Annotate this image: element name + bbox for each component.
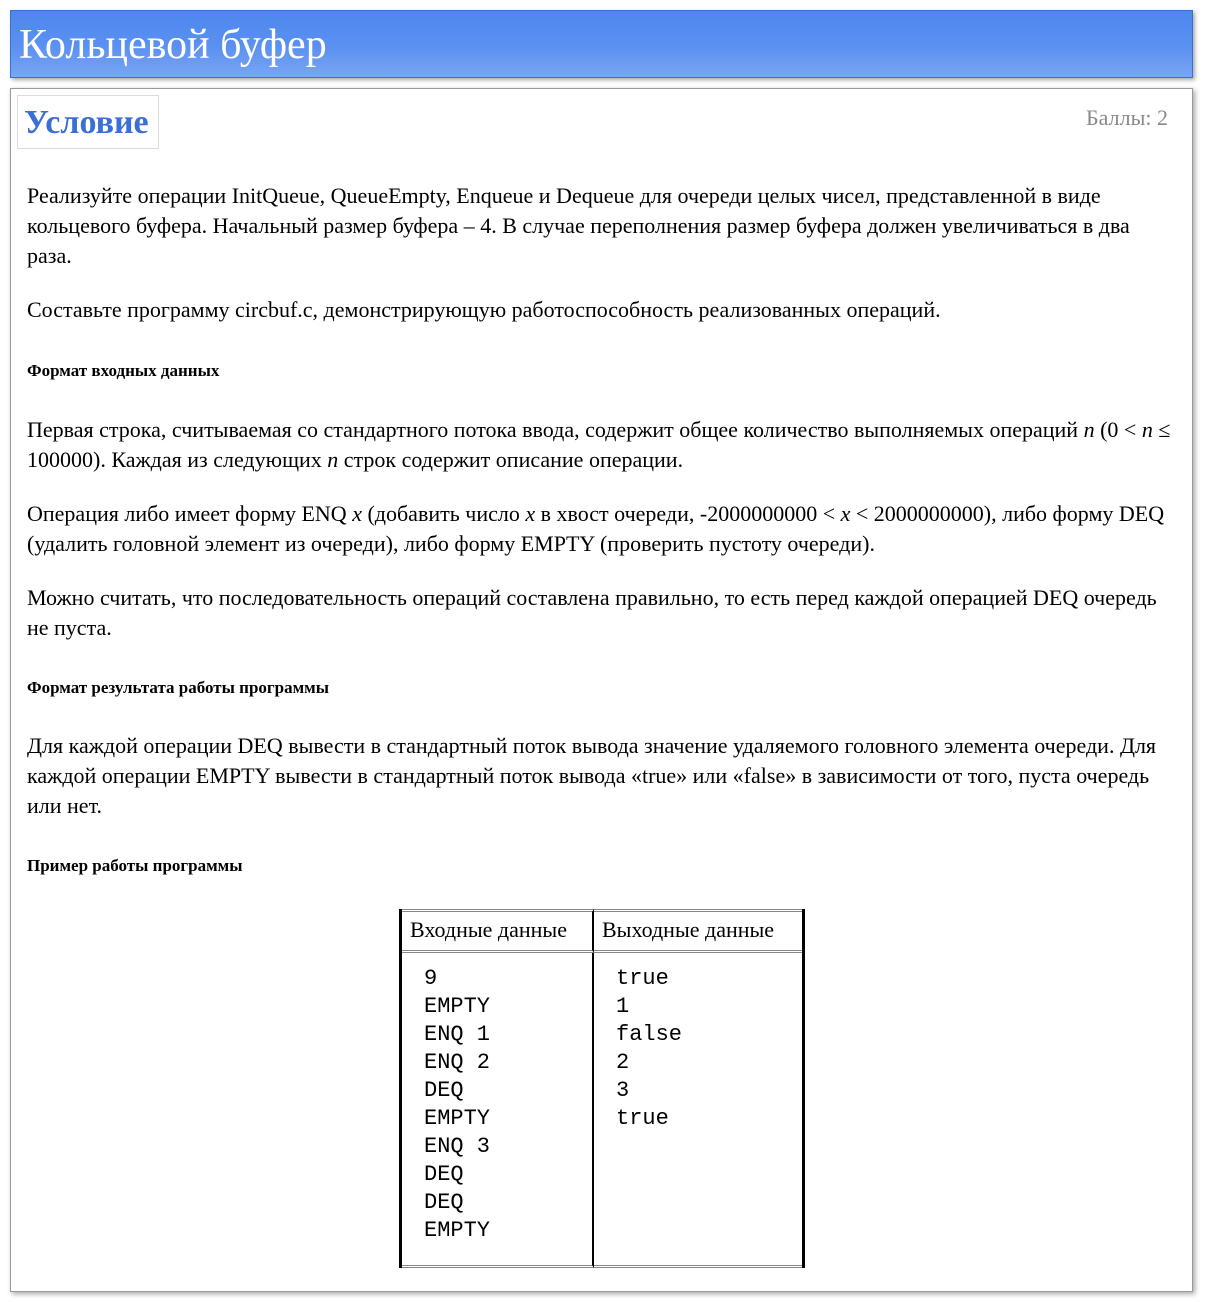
input-line: EMPTY bbox=[424, 1106, 491, 1131]
input-line: DEQ bbox=[424, 1162, 464, 1187]
text-span: (добавить число bbox=[361, 501, 526, 526]
problem-panel: Условие Баллы: 2 Реализуйте операции Ini… bbox=[10, 88, 1193, 1292]
input-line: DEQ bbox=[424, 1190, 464, 1215]
output-line: false bbox=[616, 1022, 683, 1047]
output-line: 2 bbox=[616, 1050, 630, 1075]
input-line: 9 bbox=[424, 966, 438, 991]
output-line: 3 bbox=[616, 1078, 630, 1103]
input-line: EMPTY bbox=[424, 1218, 491, 1243]
text-span: (0 < bbox=[1094, 417, 1142, 442]
input-column-header: Входные данные bbox=[402, 909, 594, 953]
output-format-heading: Формат результата работы программы bbox=[27, 678, 330, 697]
variable-n: n bbox=[327, 447, 339, 472]
input-line: ENQ 1 bbox=[424, 1022, 491, 1047]
variable-x: x bbox=[840, 501, 851, 526]
text-span: строк содержит описание операции. bbox=[338, 447, 684, 472]
variable-x: x bbox=[352, 501, 362, 526]
example-table: Входные данные Выходные данные 9 EMPTY E… bbox=[399, 909, 805, 1268]
input-line: DEQ bbox=[424, 1078, 464, 1103]
input-format-heading: Формат входных данных bbox=[27, 361, 220, 380]
condition-heading: Условие bbox=[24, 104, 149, 141]
page-title: Кольцевой буфер bbox=[19, 22, 327, 68]
output-line: true bbox=[616, 1106, 669, 1131]
input-format-paragraph-3: Можно считать, что последовательность оп… bbox=[27, 585, 1157, 640]
example-heading: Пример работы программы bbox=[27, 856, 243, 875]
input-data-cell: 9 EMPTY ENQ 1 ENQ 2 DEQ EMPTY ENQ 3 DEQ … bbox=[402, 953, 594, 1268]
input-line: ENQ 2 bbox=[424, 1050, 491, 1075]
output-line: 1 bbox=[616, 994, 630, 1019]
input-format-paragraph-2: Операция либо имеет форму ENQ x (добавит… bbox=[27, 499, 1177, 559]
score-label: Баллы: 2 bbox=[1086, 105, 1168, 130]
output-line: true bbox=[616, 966, 669, 991]
condition-heading-box: Условие bbox=[17, 95, 159, 149]
input-line: ENQ 3 bbox=[424, 1134, 491, 1159]
statement-paragraph-1: Реализуйте операции InitQueue, QueueEmpt… bbox=[27, 183, 1130, 268]
statement-paragraph-2: Составьте программу circbuf.c, демонстри… bbox=[27, 297, 941, 322]
title-bar: Кольцевой буфер bbox=[10, 10, 1193, 78]
variable-n: n bbox=[1141, 417, 1153, 442]
input-format-paragraph-1: Первая строка, считываемая со стандартно… bbox=[27, 415, 1177, 475]
output-format-paragraph: Для каждой операции DEQ вывести в станда… bbox=[27, 733, 1157, 818]
output-data-cell: true 1 false 2 3 true bbox=[594, 953, 802, 1268]
variable-n: n bbox=[1083, 417, 1095, 442]
text-span: Первая строка, считываемая со стандартно… bbox=[27, 417, 1079, 442]
output-column-header: Выходные данные bbox=[594, 909, 802, 953]
variable-x: x bbox=[525, 501, 536, 526]
text-span: Операция либо имеет форму ENQ bbox=[27, 501, 353, 526]
text-span: в хвост очереди, -2000000000 < bbox=[535, 501, 841, 526]
input-line: EMPTY bbox=[424, 994, 491, 1019]
